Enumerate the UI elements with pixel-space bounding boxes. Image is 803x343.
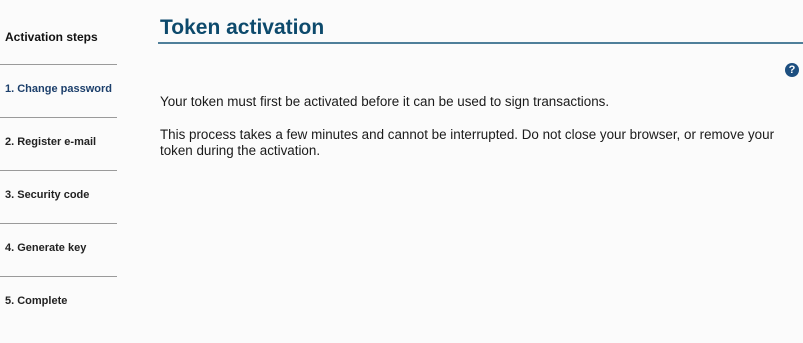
step-complete[interactable]: 5. Complete	[0, 276, 117, 329]
title-divider	[158, 42, 803, 44]
step-security-code[interactable]: 3. Security code	[0, 170, 117, 223]
step-label: 4. Generate key	[5, 242, 87, 254]
step-label: 3. Security code	[5, 189, 90, 201]
sidebar-title: Activation steps	[5, 30, 98, 44]
step-change-password[interactable]: 1. Change password	[0, 64, 117, 117]
step-generate-key[interactable]: 4. Generate key	[0, 223, 117, 276]
intro-paragraph: Your token must first be activated befor…	[160, 94, 610, 109]
page-title: Token activation	[160, 16, 325, 39]
step-label: 2. Register e-mail	[5, 136, 97, 148]
step-label: 5. Complete	[5, 295, 68, 307]
warning-paragraph: This process takes a few minutes and can…	[160, 127, 775, 158]
help-icon[interactable]: ?	[785, 63, 799, 77]
step-register-email[interactable]: 2. Register e-mail	[0, 117, 117, 170]
step-label: 1. Change password	[5, 83, 112, 95]
